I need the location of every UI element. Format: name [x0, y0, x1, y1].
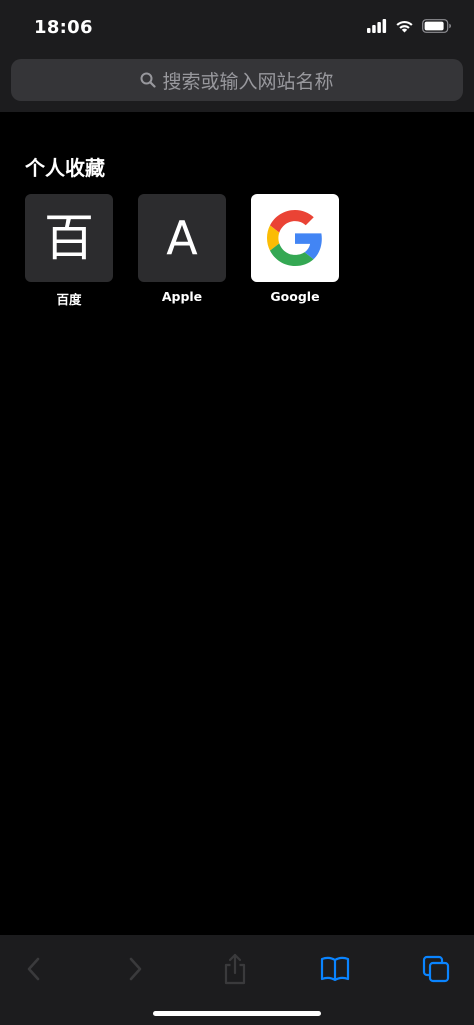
tabs-icon	[422, 955, 450, 983]
wifi-icon	[396, 20, 413, 33]
favorite-label: Google	[270, 289, 320, 304]
favorite-apple[interactable]: A Apple	[138, 194, 226, 308]
top-chrome: 18:06 搜索或输入网站名称	[0, 0, 474, 112]
tabs-button[interactable]	[414, 947, 458, 991]
address-search-field[interactable]: 搜索或输入网站名称	[11, 59, 463, 101]
search-icon	[140, 72, 157, 88]
baidu-tile: 百	[25, 194, 113, 282]
google-tile	[251, 194, 339, 282]
forward-button[interactable]	[113, 947, 157, 991]
forward-icon	[129, 957, 142, 981]
favorites-title: 个人收藏	[25, 156, 105, 180]
safari-start-page: 18:06 搜索或输入网站名称 个人收藏 百 百度 A Apple Google	[0, 0, 474, 1025]
favorite-label: 百度	[56, 292, 82, 307]
favorite-label: Apple	[161, 289, 203, 304]
back-button[interactable]	[12, 947, 56, 991]
status-icons	[367, 19, 452, 33]
apple-tile: A	[138, 194, 226, 282]
favorites-grid: 百 百度 A Apple Google	[25, 194, 339, 308]
favorite-google[interactable]: Google	[251, 194, 339, 308]
back-icon	[27, 957, 40, 981]
battery-icon	[422, 19, 451, 33]
share-button[interactable]	[213, 947, 257, 991]
favorite-baidu[interactable]: 百 百度	[25, 194, 113, 308]
address-placeholder: 搜索或输入网站名称	[162, 70, 334, 93]
baidu-tile-letter: 百	[44, 209, 94, 267]
google-logo-icon	[267, 210, 322, 266]
cellular-signal-icon	[367, 19, 387, 33]
status-bar: 18:06	[0, 0, 474, 56]
status-time: 18:06	[34, 17, 93, 38]
apple-tile-letter: A	[166, 211, 198, 265]
home-indicator	[153, 1011, 321, 1016]
share-icon	[224, 953, 246, 985]
bookmarks-button[interactable]	[313, 947, 357, 991]
bookmarks-icon	[320, 956, 350, 982]
